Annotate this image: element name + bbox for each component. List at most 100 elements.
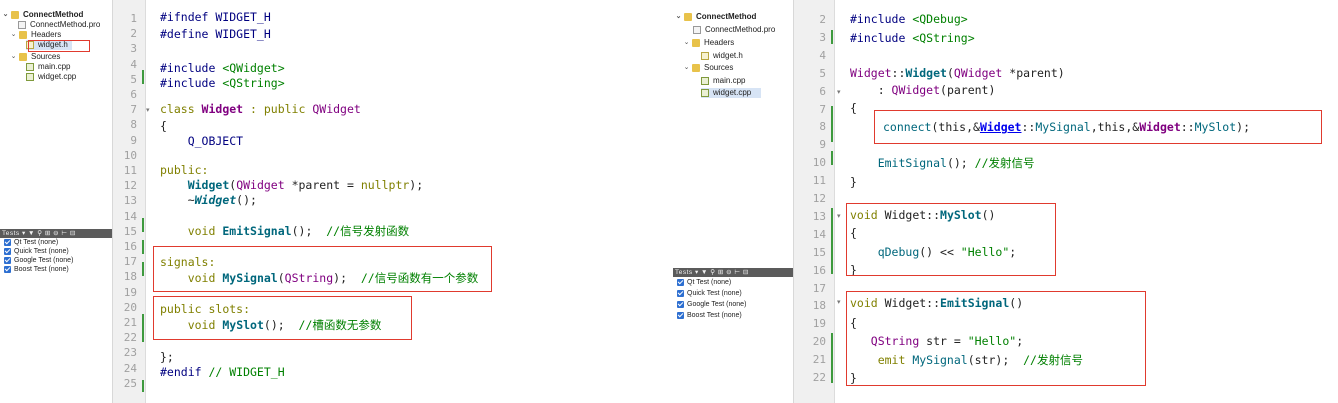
checkbox-icon[interactable] bbox=[677, 279, 684, 286]
cpp-file-icon bbox=[701, 89, 709, 97]
widget-cpp-label: widget.cpp bbox=[38, 72, 77, 81]
code-line-8[interactable]: { bbox=[160, 119, 167, 133]
code-line-24[interactable]: #endif // WIDGET_H bbox=[160, 365, 285, 379]
connect-highlight-box bbox=[874, 110, 1322, 144]
tests-toolbar-icons[interactable]: ▾ ▼ ⚲ ⊞ ⊖ ⊢ ⊟ bbox=[695, 269, 749, 276]
code-text: Q_OBJECT bbox=[160, 134, 244, 148]
tests-panel: Tests ▾ ▼ ⚲ ⊞ ⊖ ⊢ ⊟ Qt Test (none) Quick… bbox=[673, 268, 793, 321]
test-item[interactable]: Quick Test (none) bbox=[0, 247, 112, 256]
fold-arrow-icon[interactable]: ▾ bbox=[837, 88, 841, 96]
line-number: 24 bbox=[123, 361, 137, 375]
widget-cpp-item[interactable]: widget.cpp bbox=[26, 72, 76, 82]
project-tree-panel: ⌄ ConnectMethod ConnectMethod.pro ⌄ Head… bbox=[673, 0, 794, 403]
code-line-15[interactable]: void EmitSignal(); //信号发射函数 bbox=[160, 223, 409, 239]
project-name: ConnectMethod bbox=[696, 12, 757, 21]
checkbox-icon[interactable] bbox=[677, 301, 684, 308]
sources-folder[interactable]: ⌄ Sources bbox=[683, 63, 733, 73]
code-line-12[interactable]: Widget(QWidget *parent = nullptr); bbox=[160, 178, 423, 192]
project-root[interactable]: ⌄ ConnectMethod bbox=[2, 10, 83, 20]
chevron-down-icon[interactable]: ⌄ bbox=[10, 30, 17, 40]
chevron-down-icon[interactable]: ⌄ bbox=[683, 63, 690, 73]
cpp-file-icon bbox=[701, 77, 709, 85]
code-line-1[interactable]: #ifndef WIDGET_H bbox=[160, 10, 271, 24]
checkbox-icon[interactable] bbox=[4, 248, 11, 255]
code-line-2[interactable]: #define WIDGET_H bbox=[160, 27, 271, 41]
checkbox-icon[interactable] bbox=[677, 312, 684, 319]
test-item[interactable]: Boost Test (none) bbox=[673, 310, 793, 321]
test-item[interactable]: Boost Test (none) bbox=[0, 265, 112, 274]
fold-arrow-icon[interactable]: ▾ bbox=[837, 212, 841, 220]
tests-toolbar: Tests ▾ ▼ ⚲ ⊞ ⊖ ⊢ ⊟ bbox=[673, 268, 793, 277]
code-text: EmitSignal bbox=[222, 224, 292, 238]
code-line-23[interactable]: }; bbox=[160, 350, 174, 364]
sources-folder-label: Sources bbox=[704, 63, 734, 72]
code-line-5[interactable]: #include <QString> bbox=[160, 76, 285, 90]
chevron-down-icon[interactable]: ⌄ bbox=[683, 38, 690, 48]
fold-arrow-icon[interactable]: ▾ bbox=[837, 298, 841, 306]
code-line-6[interactable]: : QWidget(parent) bbox=[850, 83, 996, 97]
code-line-10[interactable]: EmitSignal(); //发射信号 bbox=[850, 155, 1035, 171]
main-cpp-item[interactable]: main.cpp bbox=[26, 62, 70, 72]
code-text: QWidget bbox=[953, 66, 1003, 80]
test-item[interactable]: Qt Test (none) bbox=[0, 238, 112, 247]
code-text: :: bbox=[891, 66, 906, 80]
code-text: *parent = bbox=[284, 178, 361, 192]
main-cpp-item[interactable]: main.cpp bbox=[701, 76, 745, 86]
checkbox-icon[interactable] bbox=[677, 290, 684, 297]
test-item[interactable]: Qt Test (none) bbox=[673, 277, 793, 288]
header-file-label: widget.h bbox=[713, 51, 743, 60]
code-line-11[interactable]: } bbox=[850, 175, 857, 189]
headers-folder[interactable]: ⌄ Headers bbox=[683, 38, 734, 48]
line-number: 9 bbox=[819, 138, 826, 152]
sources-folder[interactable]: ⌄ Sources bbox=[10, 52, 60, 62]
cpp-file-icon bbox=[26, 63, 34, 71]
code-line-2[interactable]: #include <QDebug> bbox=[850, 12, 968, 26]
chevron-down-icon[interactable]: ⌄ bbox=[675, 12, 682, 22]
line-number: 12 bbox=[812, 192, 826, 205]
change-marker bbox=[831, 106, 833, 142]
project-root[interactable]: ⌄ ConnectMethod bbox=[675, 12, 756, 22]
line-number: 9 bbox=[130, 133, 137, 147]
code-text: #include bbox=[850, 12, 913, 26]
pro-file-icon bbox=[693, 26, 701, 34]
line-number: 21 bbox=[123, 316, 137, 329]
pro-file-item[interactable]: ConnectMethod.pro bbox=[693, 25, 775, 35]
line-number: 10 bbox=[812, 156, 826, 170]
folder-icon bbox=[692, 64, 700, 72]
code-line-5[interactable]: Widget::Widget(QWidget *parent) bbox=[850, 66, 1065, 80]
code-line-13[interactable]: ~Widget(); bbox=[160, 193, 257, 207]
code-line-9[interactable]: Q_OBJECT bbox=[160, 134, 243, 148]
test-item[interactable]: Quick Test (none) bbox=[673, 288, 793, 299]
code-line-7[interactable]: { bbox=[850, 101, 857, 115]
code-line-7[interactable]: class Widget : public QWidget bbox=[160, 102, 361, 116]
headers-folder-label: Headers bbox=[704, 38, 735, 47]
line-number: 14 bbox=[812, 227, 826, 241]
code-text: : bbox=[850, 83, 892, 97]
code-text: #endif bbox=[160, 365, 209, 379]
header-file-item[interactable]: widget.h bbox=[701, 51, 743, 61]
test-item-label: Qt Test (none) bbox=[687, 279, 732, 286]
test-item[interactable]: Google Test (none) bbox=[673, 299, 793, 310]
checkbox-icon[interactable] bbox=[4, 257, 11, 264]
widget-cpp-item[interactable]: widget.cpp bbox=[701, 88, 762, 98]
line-number: 22 bbox=[812, 371, 826, 384]
tests-toolbar-icons[interactable]: ▾ ▼ ⚲ ⊞ ⊖ ⊢ ⊟ bbox=[22, 230, 76, 237]
fold-arrow-icon[interactable]: ▾ bbox=[146, 106, 150, 114]
chevron-down-icon[interactable]: ⌄ bbox=[10, 52, 17, 62]
code-line-11[interactable]: public: bbox=[160, 163, 208, 177]
test-item[interactable]: Google Test (none) bbox=[0, 256, 112, 265]
chevron-down-icon[interactable]: ⌄ bbox=[2, 10, 9, 20]
headers-folder[interactable]: ⌄ Headers bbox=[10, 30, 61, 40]
checkbox-icon[interactable] bbox=[4, 239, 11, 246]
checkbox-icon[interactable] bbox=[4, 266, 11, 273]
folder-icon bbox=[692, 39, 700, 47]
line-number: 4 bbox=[819, 48, 826, 62]
folder-icon bbox=[19, 53, 27, 61]
code-line-4[interactable]: #include <QWidget> bbox=[160, 61, 285, 75]
code-line-3[interactable]: #include <QString> bbox=[850, 31, 975, 45]
pro-file-item[interactable]: ConnectMethod.pro bbox=[18, 20, 100, 30]
main-cpp-label: main.cpp bbox=[713, 76, 746, 85]
change-marker bbox=[831, 333, 833, 383]
